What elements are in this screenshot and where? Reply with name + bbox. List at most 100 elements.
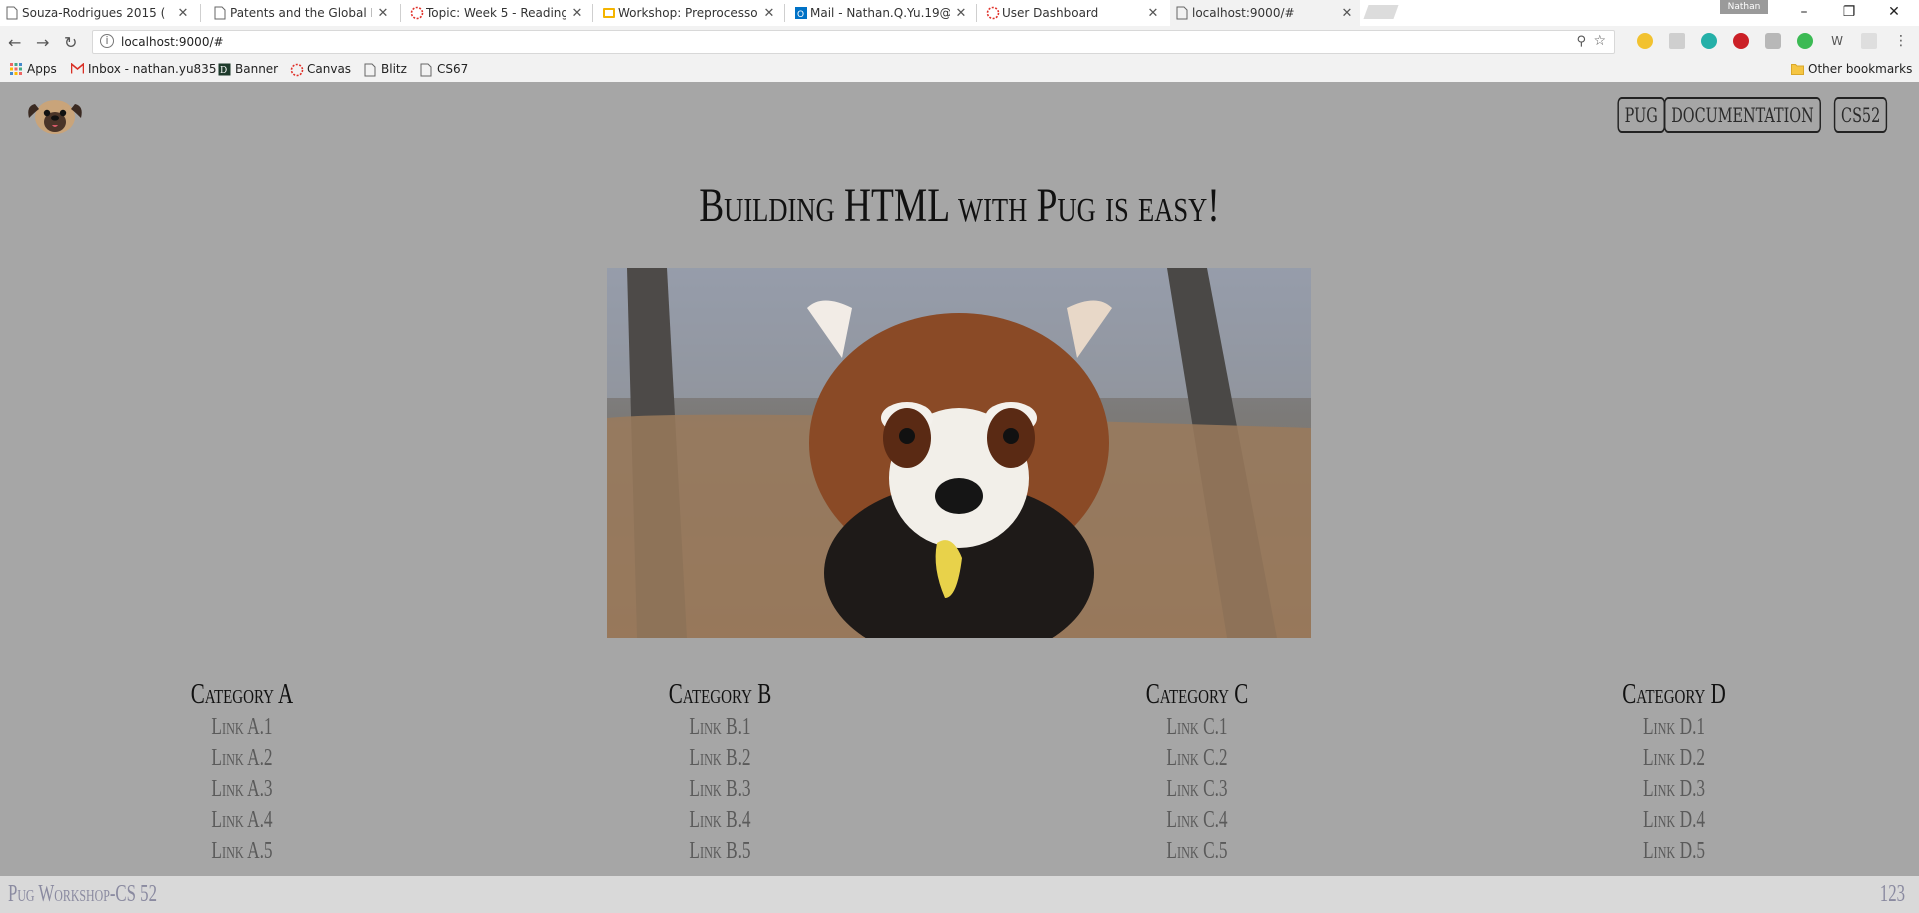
extension-radiation-icon[interactable] bbox=[1637, 33, 1653, 49]
browser-tab[interactable]: O Mail - Nathan.Q.Yu.19@ ✕ bbox=[788, 0, 974, 26]
address-bar[interactable]: i localhost:9000/# ⚲ ☆ bbox=[92, 30, 1615, 54]
pinterest-icon[interactable] bbox=[1733, 33, 1749, 49]
reload-icon[interactable]: ↻ bbox=[64, 33, 77, 52]
tab-separator bbox=[784, 4, 785, 22]
category-link[interactable]: Link B.1 bbox=[612, 712, 828, 743]
bookmark-label: CS67 bbox=[437, 62, 469, 76]
nav-documentation-button[interactable]: DOCUMENTATION bbox=[1664, 97, 1821, 133]
footer-number: 123 bbox=[1879, 881, 1905, 907]
category-link[interactable]: Link C.5 bbox=[1089, 836, 1305, 867]
close-window-icon[interactable]: ✕ bbox=[1879, 4, 1909, 20]
bookmark-blitz[interactable]: Blitz bbox=[364, 62, 407, 76]
zoom-icon[interactable]: ⚲ bbox=[1576, 34, 1586, 49]
restore-icon[interactable]: ❐ bbox=[1834, 4, 1864, 20]
tab-title: User Dashboard bbox=[1002, 6, 1099, 20]
close-icon[interactable]: ✕ bbox=[176, 6, 190, 21]
browser-tab[interactable]: Souza-Rodrigues 2015 ( ✕ bbox=[0, 0, 196, 26]
category-link[interactable]: Link D.2 bbox=[1566, 743, 1782, 774]
category-link[interactable]: Link A.5 bbox=[134, 836, 350, 867]
minimize-icon[interactable]: – bbox=[1789, 4, 1819, 20]
close-icon[interactable]: ✕ bbox=[762, 6, 776, 21]
slides-icon bbox=[602, 6, 615, 20]
category-link[interactable]: Link C.1 bbox=[1089, 712, 1305, 743]
tab-separator bbox=[592, 4, 593, 22]
category-link[interactable]: Link A.2 bbox=[134, 743, 350, 774]
canvas-icon bbox=[290, 63, 304, 76]
category-link[interactable]: Link B.4 bbox=[612, 805, 828, 836]
bookmark-canvas[interactable]: Canvas bbox=[290, 62, 351, 76]
forward-icon[interactable]: → bbox=[36, 33, 49, 52]
pug-logo[interactable] bbox=[26, 96, 84, 138]
category-link[interactable]: Link A.4 bbox=[134, 805, 350, 836]
nav-pug-button[interactable]: PUG bbox=[1617, 97, 1665, 133]
bookmark-label: Canvas bbox=[307, 62, 352, 76]
extension-page-icon[interactable] bbox=[1669, 33, 1685, 49]
tab-separator bbox=[400, 4, 401, 22]
category-link[interactable]: Link D.1 bbox=[1566, 712, 1782, 743]
category-link[interactable]: Link D.3 bbox=[1566, 774, 1782, 805]
bookmark-apps[interactable]: Apps bbox=[10, 62, 57, 76]
category-column-c: Category C Link C.1 Link C.2 Link C.3 Li… bbox=[1047, 678, 1347, 867]
url-text: localhost:9000/# bbox=[121, 35, 224, 49]
category-title: Category C bbox=[1145, 679, 1249, 710]
browser-tab[interactable]: Workshop: Preprocessor ✕ bbox=[596, 0, 782, 26]
close-icon[interactable]: ✕ bbox=[1340, 6, 1354, 21]
extension-m-icon[interactable] bbox=[1701, 33, 1717, 49]
category-link[interactable]: Link A.3 bbox=[134, 774, 350, 805]
doc-icon bbox=[364, 63, 376, 76]
browser-tab[interactable]: Topic: Week 5 - Reading ✕ bbox=[404, 0, 590, 26]
category-link[interactable]: Link D.5 bbox=[1566, 836, 1782, 867]
red-panda-image bbox=[607, 268, 1311, 638]
extension-w-icon[interactable]: W bbox=[1829, 33, 1845, 49]
info-icon[interactable]: i bbox=[100, 34, 114, 48]
new-tab-button[interactable] bbox=[1363, 5, 1399, 19]
category-column-a: Category A Link A.1 Link A.2 Link A.3 Li… bbox=[92, 678, 392, 867]
close-icon[interactable]: ✕ bbox=[954, 6, 968, 21]
category-link[interactable]: Link C.4 bbox=[1089, 805, 1305, 836]
category-link[interactable]: Link C.3 bbox=[1089, 774, 1305, 805]
category-link[interactable]: Link B.3 bbox=[612, 774, 828, 805]
bookmark-inbox[interactable]: Inbox - nathan.yu835 bbox=[70, 61, 217, 76]
browser-tab[interactable]: Patents and the Global D ✕ bbox=[208, 0, 396, 26]
browser-tab[interactable]: User Dashboard ✕ bbox=[980, 0, 1166, 26]
bookmark-cs67[interactable]: CS67 bbox=[420, 62, 468, 76]
star-icon[interactable]: ☆ bbox=[1593, 33, 1606, 49]
banner-icon: D bbox=[218, 63, 231, 76]
extension-gray-icon[interactable] bbox=[1765, 33, 1781, 49]
category-link[interactable]: Link A.1 bbox=[134, 712, 350, 743]
bookmark-label: Inbox - nathan.yu835 bbox=[88, 62, 217, 76]
doc-icon bbox=[214, 6, 226, 20]
tab-separator bbox=[200, 4, 201, 22]
category-title: Category D bbox=[1622, 679, 1726, 710]
tab-title: Mail - Nathan.Q.Yu.19@ bbox=[810, 6, 950, 20]
category-link[interactable]: Link C.2 bbox=[1089, 743, 1305, 774]
category-link[interactable]: Link B.2 bbox=[612, 743, 828, 774]
extension-grid-icon[interactable] bbox=[1861, 33, 1877, 49]
tab-title: Workshop: Preprocessor bbox=[618, 6, 758, 20]
folder-icon bbox=[1791, 63, 1804, 76]
nav-cs52-button[interactable]: CS52 bbox=[1833, 97, 1887, 133]
menu-dots-icon[interactable]: ⋮ bbox=[1893, 33, 1909, 49]
svg-text:D: D bbox=[220, 66, 227, 76]
category-title: Category B bbox=[668, 679, 772, 710]
category-link[interactable]: Link B.5 bbox=[612, 836, 828, 867]
tab-strip: Souza-Rodrigues 2015 ( ✕ Patents and the… bbox=[0, 0, 1919, 26]
category-column-b: Category B Link B.1 Link B.2 Link B.3 Li… bbox=[570, 678, 870, 867]
apps-grid-icon bbox=[10, 62, 22, 76]
bookmark-other[interactable]: Other bookmarks bbox=[1791, 62, 1912, 76]
back-icon[interactable]: ← bbox=[8, 33, 21, 52]
category-title: Category A bbox=[190, 679, 294, 710]
profile-badge[interactable]: Nathan bbox=[1720, 0, 1768, 14]
footer-credit: Pug Workshop-CS 52 bbox=[8, 881, 157, 907]
close-icon[interactable]: ✕ bbox=[376, 6, 390, 21]
extension-green-icon[interactable] bbox=[1797, 33, 1813, 49]
outlook-icon: O bbox=[794, 6, 807, 20]
bookmark-label: Other bookmarks bbox=[1808, 62, 1913, 76]
page-footer: Pug Workshop-CS 52 123 bbox=[0, 876, 1919, 913]
close-icon[interactable]: ✕ bbox=[1146, 6, 1160, 21]
browser-tab-active[interactable]: localhost:9000/# ✕ bbox=[1170, 0, 1360, 26]
close-icon[interactable]: ✕ bbox=[570, 6, 584, 21]
gmail-icon bbox=[70, 61, 85, 76]
category-link[interactable]: Link D.4 bbox=[1566, 805, 1782, 836]
bookmark-banner[interactable]: D Banner bbox=[218, 62, 278, 76]
